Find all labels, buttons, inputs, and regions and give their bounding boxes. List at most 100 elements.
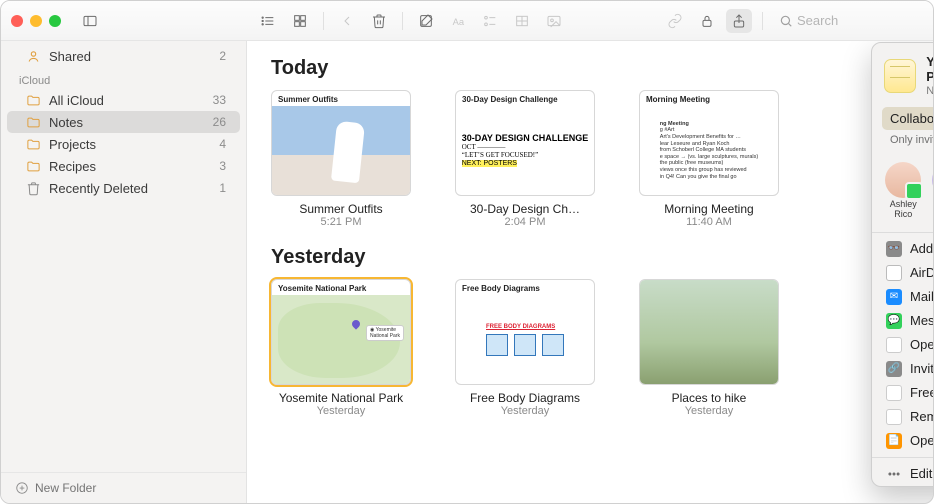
sidebar-item-label: All iCloud [49, 93, 205, 108]
note-title: Free Body Diagrams [455, 391, 595, 405]
share-action-news[interactable]: NOpen in News [872, 333, 933, 357]
text-format-icon: Aa [450, 13, 466, 29]
share-action-rem[interactable]: ≡ Reminders [872, 405, 933, 429]
collaborate-mode-label: Collaborate [890, 111, 933, 126]
view-list-button[interactable] [255, 9, 281, 33]
close-window-button[interactable] [11, 15, 23, 27]
share-action-label: Add to Reading List [910, 241, 933, 256]
view-gallery-button[interactable] [287, 9, 313, 33]
thumb-art: ◉ YosemiteNational Park [272, 295, 410, 384]
sidebar-item-label: Notes [49, 115, 205, 130]
link-icon [667, 13, 683, 29]
sidebar-item-all-icloud[interactable]: All iCloud 33 [7, 89, 240, 111]
format-button[interactable]: Aa [445, 9, 471, 33]
note-card[interactable]: Places to hikeYesterday [639, 279, 779, 417]
link-icon: 🔗 [886, 361, 902, 377]
popover-header: Yosemite National Park Notes [872, 43, 933, 105]
sidebar-item-count: 1 [219, 181, 226, 195]
titlebar: Aa Search [1, 1, 933, 41]
media-button[interactable] [541, 9, 567, 33]
note-card[interactable]: Summer OutfitsSummer Outfits5:21 PM [271, 90, 411, 228]
note-title: 30-Day Design Ch… [455, 202, 595, 216]
air-icon: ◎ [886, 265, 902, 281]
sidebar-item-count: 3 [219, 159, 226, 173]
share-action-label: AirDrop [910, 265, 933, 280]
back-button[interactable] [334, 9, 360, 33]
sidebar-item-notes[interactable]: Notes26 [7, 111, 240, 133]
search-field[interactable]: Search [773, 11, 923, 30]
note-thumbnail [639, 279, 779, 385]
sidebar-group-header: iCloud [1, 67, 246, 89]
toggle-sidebar-button[interactable] [77, 9, 103, 33]
note-subtitle: 2:04 PM [455, 216, 595, 228]
lock-note-button[interactable] [694, 9, 720, 33]
share-action-label: Open in Pages [910, 433, 933, 448]
note-card[interactable]: Morning Meetingng Meetingg #ArtArt's Dev… [639, 90, 779, 228]
new-note-button[interactable] [413, 9, 439, 33]
share-action-air[interactable]: ◎ AirDrop [872, 261, 933, 285]
share-action-label: Messages [910, 313, 933, 328]
share-contact[interactable]: JasmineGarcia [929, 162, 933, 220]
share-action-mail[interactable]: ✉Mail [872, 285, 933, 309]
contact-name: AshleyRico [882, 200, 924, 220]
sidebar-item-recently-deleted[interactable]: Recently Deleted 1 [7, 177, 240, 199]
minimize-window-button[interactable] [30, 15, 42, 27]
trash-icon [25, 180, 41, 196]
window-controls [11, 15, 61, 27]
zoom-window-button[interactable] [49, 15, 61, 27]
new-folder-button[interactable]: New Folder [1, 472, 246, 503]
search-icon [779, 14, 793, 28]
sidebar-item-count: 33 [213, 93, 226, 107]
sidebar-item-projects[interactable]: Projects4 [7, 133, 240, 155]
sidebar-item-shared[interactable]: Shared 2 [7, 45, 240, 67]
table-icon [514, 13, 530, 29]
note-subtitle: Yesterday [639, 405, 779, 417]
share-action-free[interactable]: ⬚Freeform [872, 381, 933, 405]
sidebar-item-label: Projects [49, 137, 211, 152]
note-thumbnail: Summer Outfits [271, 90, 411, 196]
share-button[interactable] [726, 9, 752, 33]
folder-icon [25, 158, 41, 174]
share-contact[interactable]: AshleyRico [882, 162, 924, 220]
list-icon [260, 13, 276, 29]
note-title: Places to hike [639, 391, 779, 405]
plus-circle-icon [15, 481, 29, 495]
note-thumbnail: Morning Meetingng Meetingg #ArtArt's Dev… [639, 90, 779, 196]
collaborate-mode-selector[interactable]: Collaborate ▲▼ [882, 107, 933, 130]
share-action-read[interactable]: 👓 Add to Reading List [872, 237, 933, 261]
folder-icon [25, 92, 41, 108]
table-button[interactable] [509, 9, 535, 33]
share-action-label: Reminders [910, 409, 933, 424]
popover-note-title: Yosemite National Park [926, 55, 933, 85]
rem-icon: ≡ [886, 409, 902, 425]
note-thumbnail: 30-Day Design Challenge30-DAY DESIGN CHA… [455, 90, 595, 196]
thumb-title: Yosemite National Park [272, 280, 410, 295]
app-window: Aa Search [0, 0, 934, 504]
link-note-button[interactable] [662, 9, 688, 33]
share-action-label: Mail [910, 289, 933, 304]
note-card[interactable]: Yosemite National Park◉ YosemiteNational… [271, 279, 411, 417]
share-action-label: Invite with Link [910, 361, 933, 376]
sidebar-item-label: Recently Deleted [49, 181, 211, 196]
sidebar-item-recipes[interactable]: Recipes3 [7, 155, 240, 177]
thumb-title: Morning Meeting [640, 91, 778, 106]
delete-note-button[interactable] [366, 9, 392, 33]
share-action-pages[interactable]: 📄Open in Pages [872, 429, 933, 453]
share-action-link[interactable]: 🔗 Invite with Link [872, 357, 933, 381]
notes-gallery: TodaySummer OutfitsSummer Outfits5:21 PM… [247, 41, 933, 503]
new-folder-label: New Folder [35, 481, 96, 495]
notes-grid: Summer OutfitsSummer Outfits5:21 PM 30-Da… [271, 90, 909, 228]
permission-row[interactable]: Only invited people can edit. › [882, 132, 933, 152]
note-card[interactable]: Free Body DiagramsFREE BODY DIAGRAMSFree… [455, 279, 595, 417]
sidebar-icon [82, 13, 98, 29]
msg-icon: 💬 [886, 313, 902, 329]
avatar [885, 162, 921, 198]
thumb-art: FREE BODY DIAGRAMS [456, 295, 594, 384]
thumb-art [640, 280, 778, 384]
share-action-msg[interactable]: 💬 Messages [872, 309, 933, 333]
read-icon: 👓 [886, 241, 902, 257]
note-card[interactable]: 30-Day Design Challenge30-DAY DESIGN CHA… [455, 90, 595, 228]
checklist-button[interactable] [477, 9, 503, 33]
thumb-art: ng Meetingg #ArtArt's Development Benefi… [640, 106, 778, 195]
edit-extensions-button[interactable]: Edit Extensions… [872, 462, 933, 486]
